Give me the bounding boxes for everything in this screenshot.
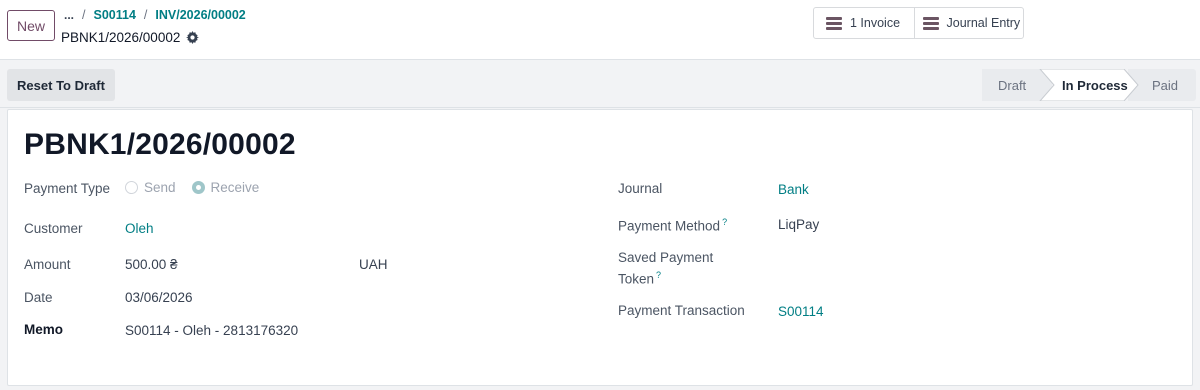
radio-send-label: Send: [144, 180, 176, 195]
saved-payment-token-label-text: Token: [618, 271, 655, 287]
statusbar: Reset To Draft Draft Paid In Process: [0, 61, 1200, 108]
saved-payment-token-help-icon[interactable]: ?: [656, 270, 661, 280]
amount-label: Amount: [24, 257, 71, 272]
customer-link[interactable]: Oleh: [125, 221, 154, 236]
customer-label: Customer: [24, 221, 83, 236]
smart-buttons: 1 Invoice Journal Entry: [813, 7, 1024, 39]
journal-link[interactable]: Bank: [778, 182, 809, 197]
list-icon: [922, 16, 939, 30]
breadcrumb-separator: /: [82, 8, 86, 22]
stage-paid[interactable]: Paid: [1128, 69, 1196, 101]
journal-label: Journal: [618, 181, 663, 196]
breadcrumb-more-button[interactable]: ...: [64, 8, 74, 22]
form-sheet: PBNK1/2026/00002 Payment Type Send Recei…: [7, 109, 1193, 386]
memo-label: Memo: [24, 322, 64, 337]
breadcrumb: ... / S00114 / INV/2026/00002: [64, 6, 246, 24]
control-panel: New ... / S00114 / INV/2026/00002 PBNK1/…: [0, 0, 1200, 60]
invoice-smart-button-label: 1 Invoice: [850, 16, 901, 30]
payment-method-label-text: Payment Method: [618, 218, 721, 234]
stage-draft[interactable]: Draft: [982, 69, 1052, 101]
status-stages: Draft Paid In Process: [982, 69, 1196, 101]
memo-value[interactable]: S00114 - Oleh - 2813176320: [125, 323, 298, 338]
gear-icon[interactable]: [186, 30, 200, 44]
radio-receive-label: Receive: [210, 180, 260, 195]
payment-method-value[interactable]: LiqPay: [778, 217, 819, 232]
radio-send[interactable]: [125, 181, 138, 194]
payment-method-label: Payment Method?: [618, 217, 727, 234]
breadcrumb-current: PBNK1/2026/00002: [61, 29, 181, 45]
journal-entry-smart-button[interactable]: Journal Entry: [915, 8, 1023, 38]
payment-transaction-link[interactable]: S00114: [778, 304, 824, 319]
invoice-smart-button[interactable]: 1 Invoice: [814, 8, 915, 38]
breadcrumb-current-row: PBNK1/2026/00002: [61, 28, 200, 46]
new-button[interactable]: New: [7, 10, 55, 41]
stage-in-process[interactable]: In Process: [1048, 69, 1138, 101]
radio-receive[interactable]: [191, 181, 205, 194]
reset-to-draft-button[interactable]: Reset To Draft: [7, 69, 115, 101]
date-label: Date: [24, 290, 53, 305]
payment-transaction-label: Payment Transaction: [618, 303, 745, 318]
list-icon: [826, 16, 842, 30]
payment-title: PBNK1/2026/00002: [24, 128, 296, 161]
breadcrumb-item-sale-order[interactable]: S00114: [94, 8, 136, 22]
saved-payment-token-label: Saved Payment: [618, 250, 714, 265]
payment-type-label: Payment Type: [24, 181, 111, 196]
amount-value[interactable]: 500.00 ₴: [125, 257, 178, 272]
currency-value[interactable]: UAH: [359, 257, 388, 272]
breadcrumb-separator: /: [143, 8, 148, 22]
breadcrumb-item-invoice[interactable]: INV/2026/00002: [155, 8, 245, 22]
saved-payment-token-label-line2: Token?: [618, 270, 661, 287]
payment-method-help-icon[interactable]: ?: [722, 217, 727, 227]
payment-type-radio-group: Send Receive: [125, 180, 269, 195]
journal-entry-smart-button-label: Journal Entry: [946, 16, 1021, 30]
date-value[interactable]: 03/06/2026: [125, 290, 193, 305]
